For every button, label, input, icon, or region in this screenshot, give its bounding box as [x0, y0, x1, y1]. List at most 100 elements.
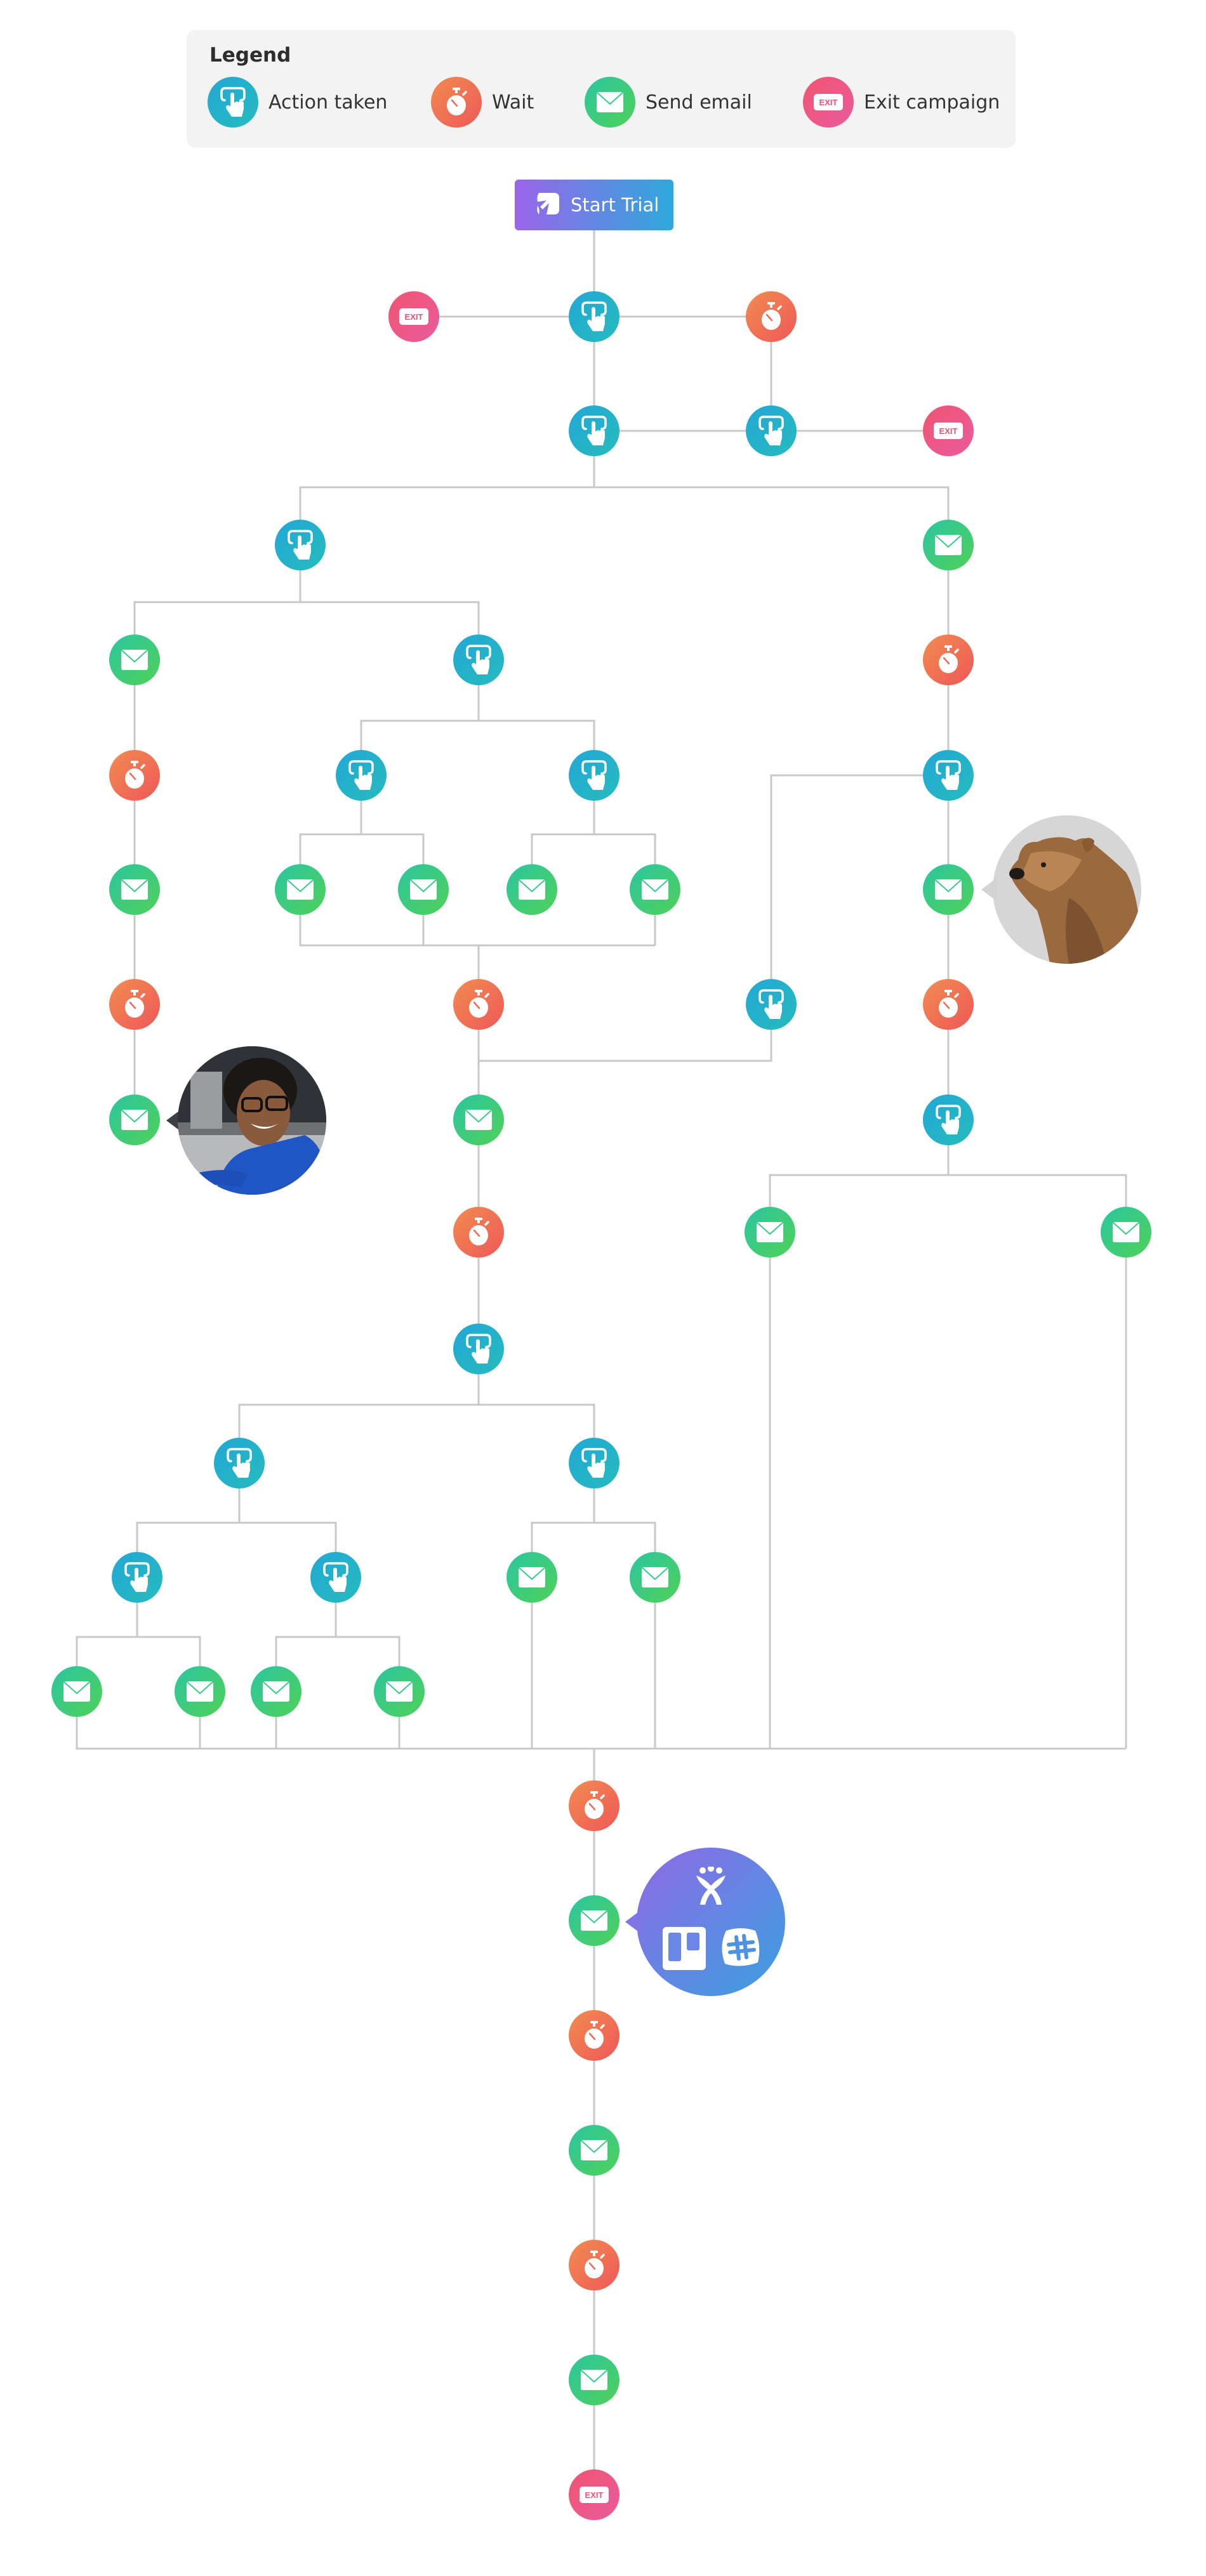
connector-line [531, 1521, 656, 1749]
send-email-node[interactable] [275, 864, 326, 915]
send-email-node[interactable] [569, 2355, 620, 2405]
bear-photo [993, 815, 1141, 964]
action-taken-node[interactable] [310, 1552, 361, 1603]
exit-sign-icon: EXIT [580, 2487, 609, 2503]
pointer-hand-icon [466, 1334, 491, 1364]
connector-line [769, 1174, 1127, 1749]
svg-text:EXIT: EXIT [405, 312, 423, 322]
send-email-node[interactable] [398, 864, 449, 915]
action-taken-node[interactable] [453, 1324, 504, 1374]
pointer-hand-icon [581, 1448, 607, 1478]
send-email-node[interactable] [453, 1094, 504, 1145]
wait-node[interactable] [923, 979, 974, 1030]
send-email-node[interactable] [569, 1895, 620, 1946]
exit-campaign-node[interactable]: EXIT [569, 2469, 620, 2520]
action-taken-node[interactable] [569, 291, 620, 342]
connector-line [770, 774, 948, 1004]
action-taken-node[interactable] [746, 979, 797, 1030]
send-email-node[interactable] [745, 1207, 795, 1258]
envelope-icon [187, 1681, 213, 1702]
connector-line [76, 1692, 1126, 1750]
pointer-hand-icon [466, 645, 491, 674]
connector-line [479, 1004, 772, 1062]
send-email-node[interactable] [374, 1666, 425, 1717]
send-email-node[interactable] [109, 1094, 160, 1145]
stopwatch-icon [939, 645, 959, 673]
send-email-node[interactable] [51, 1666, 102, 1717]
stopwatch-icon [762, 302, 782, 330]
action-taken-node[interactable] [569, 1438, 620, 1488]
stopwatch-icon [939, 990, 959, 1018]
integrations-bubble [625, 1848, 785, 1996]
send-email-node[interactable] [109, 864, 160, 915]
envelope-icon [642, 879, 668, 900]
wait-node[interactable] [569, 2240, 620, 2290]
wait-node[interactable] [746, 291, 797, 342]
envelope-icon [410, 879, 437, 900]
woman-photo [178, 1046, 326, 1195]
exit-sign-icon: EXIT [934, 423, 963, 439]
action-taken-node[interactable] [923, 750, 974, 801]
send-email-node[interactable] [507, 864, 557, 915]
stopwatch-icon [585, 2021, 605, 2049]
envelope-icon [935, 879, 962, 900]
send-email-node[interactable] [1101, 1207, 1151, 1258]
stopwatch-icon [125, 761, 145, 789]
flow-connectors [76, 230, 1127, 2495]
wait-node[interactable] [109, 750, 160, 801]
send-email-node[interactable] [507, 1552, 557, 1603]
pointer-hand-icon [227, 1448, 252, 1478]
stopwatch-icon [469, 1218, 489, 1245]
wait-node[interactable] [569, 2010, 620, 2061]
envelope-icon [581, 2140, 607, 2160]
trello-icon [663, 1927, 706, 1973]
envelope-icon [757, 1222, 783, 1242]
send-email-node[interactable] [569, 2125, 620, 2176]
pointer-hand-icon [581, 760, 607, 790]
send-email-node[interactable] [923, 864, 974, 915]
action-taken-node[interactable] [336, 750, 387, 801]
exit-campaign-node[interactable]: EXIT [388, 291, 439, 342]
action-taken-node[interactable] [214, 1438, 265, 1488]
action-taken-node[interactable] [112, 1552, 162, 1603]
envelope-icon [63, 1681, 90, 1702]
envelope-icon [121, 650, 148, 670]
wait-node[interactable] [569, 1780, 620, 1831]
slack-icon [720, 1927, 762, 1971]
wait-node[interactable] [453, 1207, 504, 1258]
action-taken-node[interactable] [569, 750, 620, 801]
wait-node[interactable] [109, 979, 160, 1030]
start-trial-label: Start Trial [571, 194, 659, 216]
pointer-hand-icon [936, 1105, 961, 1134]
send-email-node[interactable] [109, 634, 160, 685]
stopwatch-icon [585, 1791, 605, 1819]
pointer-hand-icon [348, 760, 374, 790]
connector-line [299, 890, 655, 947]
envelope-icon [581, 1910, 607, 1931]
exit-campaign-node[interactable]: EXIT [923, 405, 974, 456]
pointer-hand-icon [759, 989, 784, 1019]
envelope-icon [935, 535, 962, 555]
jira-service-desk-icon [695, 1865, 727, 1909]
action-taken-node[interactable] [275, 520, 326, 570]
send-email-node[interactable] [175, 1666, 225, 1717]
wait-node[interactable] [923, 634, 974, 685]
action-taken-node[interactable] [569, 405, 620, 456]
send-email-node[interactable] [630, 1552, 680, 1603]
connector-line [299, 486, 950, 545]
pointer-hand-icon [124, 1562, 150, 1592]
send-email-node[interactable] [251, 1666, 302, 1717]
send-email-node[interactable] [923, 520, 974, 570]
envelope-icon [642, 1567, 668, 1587]
connector-line [360, 720, 595, 775]
envelope-icon [287, 879, 314, 900]
envelope-icon [465, 1110, 492, 1130]
wait-node[interactable] [453, 979, 504, 1030]
pointer-hand-icon [581, 301, 607, 331]
action-taken-node[interactable] [453, 634, 504, 685]
send-email-node[interactable] [630, 864, 680, 915]
action-taken-node[interactable] [746, 405, 797, 456]
start-trial-node[interactable]: Start Trial [515, 180, 673, 230]
stopwatch-icon [469, 990, 489, 1018]
action-taken-node[interactable] [923, 1094, 974, 1145]
